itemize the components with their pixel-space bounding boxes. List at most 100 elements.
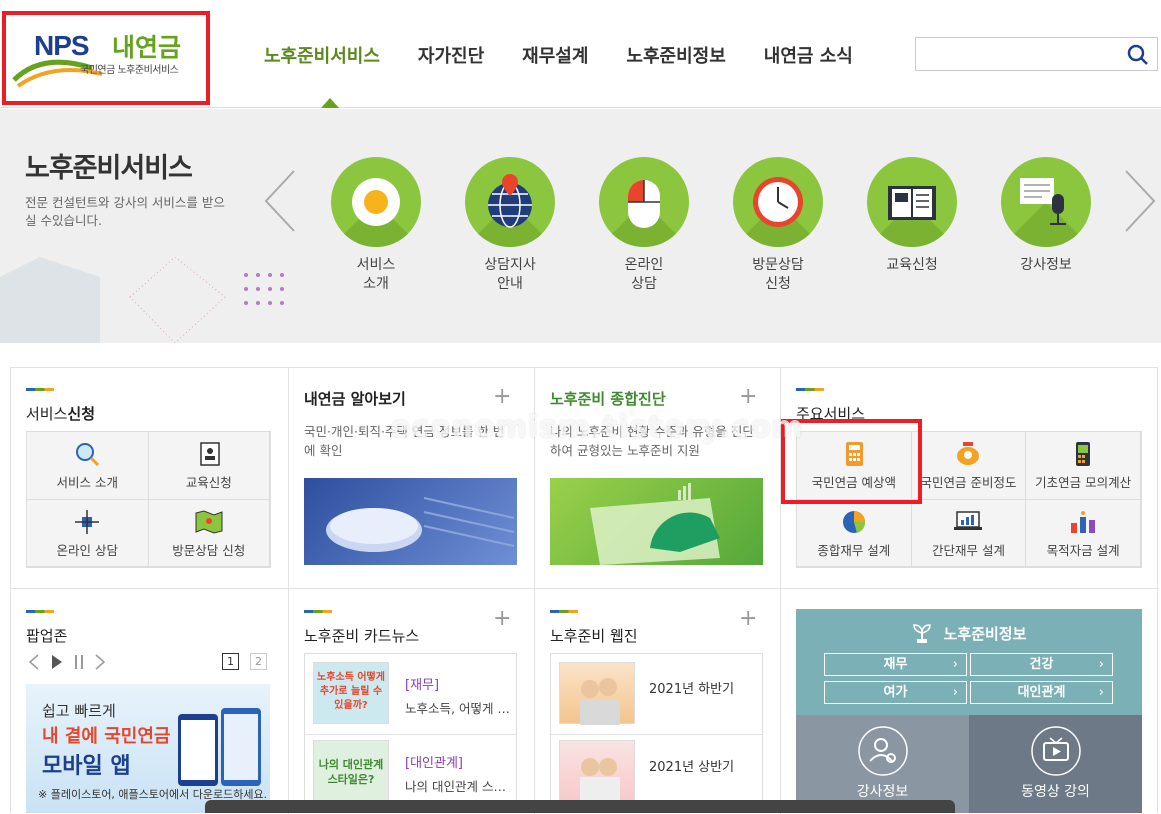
search-box bbox=[915, 37, 1158, 71]
logo[interactable]: NPS 내연금 국민연금 노후준비서비스 bbox=[12, 22, 197, 92]
instructor-info-cell[interactable]: 강사정보 bbox=[796, 715, 969, 813]
service-label: 서비스 소개 bbox=[356, 257, 396, 292]
prev-arrow-icon[interactable] bbox=[262, 169, 302, 233]
header: NPS 내연금 국민연금 노후준비서비스 노후준비서비스 자가진단 재무설계 노… bbox=[0, 0, 1161, 108]
diagnosis-banner[interactable] bbox=[550, 478, 763, 565]
apply-tiles: 서비스 소개 교육신청 온라인 상담 방문상담 신청 bbox=[26, 431, 271, 568]
mouse-keyboard-image bbox=[326, 497, 515, 552]
banner-line3: 모바일 앱 bbox=[42, 754, 131, 779]
banner-line2: 내 곁에 국민연금 bbox=[42, 726, 171, 747]
logo-brand: 내연금 bbox=[112, 33, 182, 62]
video-lecture-cell[interactable]: 동영상 강의 bbox=[969, 715, 1142, 813]
piggy-bank-icon bbox=[957, 442, 980, 465]
info-relationship-button[interactable]: 대인관계 › bbox=[970, 681, 1113, 704]
popup-next-icon[interactable] bbox=[95, 654, 106, 670]
pie-chart-icon bbox=[842, 510, 865, 533]
cardnews-text: 노후소득, 어떻게 … bbox=[405, 701, 510, 716]
watermark: economism.tistory.com bbox=[390, 410, 804, 445]
popup-prev-icon[interactable] bbox=[28, 654, 39, 670]
info-finance-button[interactable]: 재무 › bbox=[824, 653, 967, 676]
cardnews-title[interactable]: 노후준비 카드뉴스 bbox=[304, 610, 419, 646]
popup-pause-icon[interactable] bbox=[75, 655, 83, 669]
education-apply[interactable]: 교육신청 bbox=[857, 157, 967, 275]
nav-self-diagnosis[interactable]: 자가진단 bbox=[418, 42, 484, 68]
webzine-thumb bbox=[559, 662, 635, 725]
cardnews-thumb: 나의 대인관계 스타일은? bbox=[313, 740, 389, 802]
info-title[interactable]: 노후준비정보 bbox=[796, 623, 1142, 644]
nav-retirement-service[interactable]: 노후준비서비스 bbox=[264, 42, 380, 68]
webzine-title[interactable]: 노후준비 웹진 bbox=[550, 610, 638, 646]
webzine-thumb bbox=[559, 740, 635, 803]
webzine-more-button[interactable]: + bbox=[739, 606, 757, 631]
logo-nps: NPS bbox=[34, 30, 90, 61]
tile-goal-fund[interactable]: 목적자금 설계 bbox=[1026, 499, 1141, 567]
clock-icon bbox=[753, 177, 803, 227]
diagnosis-box-title[interactable]: 노후준비 종합진단 bbox=[550, 388, 666, 409]
main-nav: 노후준비서비스 자가진단 재무설계 노후준비정보 내연금 소식 bbox=[264, 42, 891, 68]
bar-goal-icon bbox=[1071, 510, 1096, 533]
nav-financial-design[interactable]: 재무설계 bbox=[522, 42, 588, 68]
popup-zone-title: 팝업존 bbox=[26, 610, 67, 646]
book-icon bbox=[888, 186, 936, 220]
info-leisure-button[interactable]: 여가 › bbox=[824, 681, 967, 704]
mypension-more-button[interactable]: + bbox=[493, 384, 511, 409]
search-icon[interactable] bbox=[1127, 44, 1149, 66]
next-arrow-icon[interactable] bbox=[1120, 169, 1160, 233]
tile-simple-finance[interactable]: 간단재무 설계 bbox=[911, 499, 1027, 567]
retirement-info-box: 노후준비정보 재무 › 건강 › 여가 › 대인관계 › 강사정보 동영상 강의 bbox=[796, 609, 1142, 813]
branch-info[interactable]: 상담지사 안내 bbox=[455, 157, 565, 294]
microphone-icon bbox=[1020, 178, 1066, 225]
popup-page-1[interactable]: 1 bbox=[222, 653, 239, 670]
cardnews-text: 나의 대인관계 스… bbox=[405, 779, 506, 794]
tile-education[interactable]: 교육신청 bbox=[148, 432, 270, 500]
visit-consult[interactable]: 방문상담 신청 bbox=[723, 157, 833, 294]
nav-news[interactable]: 내연금 소식 bbox=[764, 42, 853, 68]
nav-retirement-info[interactable]: 노후준비정보 bbox=[626, 42, 725, 68]
webzine-period: 2021년 상반기 bbox=[649, 760, 735, 775]
hero-decoration bbox=[0, 257, 226, 343]
service-label: 온라인 상담 bbox=[624, 257, 664, 292]
tile-online-consult[interactable]: 온라인 상담 bbox=[27, 499, 149, 567]
hero-description: 전문 컨설턴트와 강사의 서비스를 받으실 수있습니다. bbox=[25, 195, 225, 228]
service-label: 교육신청 bbox=[886, 257, 938, 273]
popup-controls bbox=[28, 654, 106, 670]
hero-section: 노후준비서비스 전문 컨설턴트와 강사의 서비스를 받으실 수있습니다. 서비스… bbox=[0, 109, 1161, 343]
tile-visit-consult[interactable]: 방문상담 신청 bbox=[148, 499, 270, 567]
mobile-app-banner[interactable]: 쉽고 빠르게 내 곁에 국민연금 모바일 앱 ※ 플레이스토어, 애플스토어에서… bbox=[26, 684, 270, 813]
fried-egg-icon bbox=[352, 178, 400, 226]
cardnews-category: [대인관계] bbox=[405, 756, 463, 771]
tile-total-finance[interactable]: 종합재무 설계 bbox=[797, 499, 912, 567]
service-label: 강사정보 bbox=[1020, 257, 1072, 273]
apply-box-title: 서비스신청 bbox=[26, 388, 95, 424]
sprout-icon bbox=[912, 624, 931, 643]
search-input[interactable] bbox=[916, 38, 1116, 70]
globe-pin-icon bbox=[488, 174, 532, 228]
mypension-box-title[interactable]: 내연금 알아보기 bbox=[304, 388, 406, 409]
cardnews-more-button[interactable]: + bbox=[493, 606, 511, 631]
map-icon bbox=[195, 509, 223, 534]
tile-pension-estimate[interactable]: 국민연금 예상액 bbox=[797, 432, 912, 500]
phone-screens-image bbox=[178, 708, 261, 786]
webzine-period: 2021년 하반기 bbox=[649, 682, 735, 697]
webzine-item[interactable]: 2021년 하반기 bbox=[559, 662, 759, 734]
cardnews-item[interactable]: 노후소득 어떻게 추가로 늘릴 수 있을까? [재무] 노후소득, 어떻게 … bbox=[313, 662, 513, 734]
mypension-banner[interactable] bbox=[304, 478, 517, 565]
diagnosis-more-button[interactable]: + bbox=[739, 384, 757, 409]
popup-page-2[interactable]: 2 bbox=[250, 653, 267, 670]
tile-pension-readiness[interactable]: 국민연금 준비정도 bbox=[911, 432, 1027, 500]
cardnews-category: [재무] bbox=[405, 678, 440, 693]
tile-service-intro[interactable]: 서비스 소개 bbox=[27, 432, 149, 500]
info-health-button[interactable]: 건강 › bbox=[970, 653, 1113, 676]
bottom-overlay-bar bbox=[205, 800, 955, 813]
mouse-icon bbox=[628, 180, 660, 228]
service-label: 상담지사 안내 bbox=[484, 257, 536, 292]
service-intro[interactable]: 서비스 소개 bbox=[321, 157, 431, 294]
cardnews-thumb: 노후소득 어떻게 추가로 늘릴 수 있을까? bbox=[313, 662, 389, 724]
instructor-info[interactable]: 강사정보 bbox=[991, 157, 1101, 275]
user-search-icon bbox=[857, 726, 908, 776]
tile-basic-pension-calc[interactable]: 기초연금 모의계산 bbox=[1026, 432, 1141, 500]
main-service-tiles: 국민연금 예상액 국민연금 준비정도 기초연금 모의계산 종합재무 설계 간단재… bbox=[796, 431, 1142, 568]
magnifier-icon bbox=[76, 443, 100, 467]
online-consult[interactable]: 온라인 상담 bbox=[589, 157, 699, 294]
popup-play-icon[interactable] bbox=[52, 655, 62, 669]
